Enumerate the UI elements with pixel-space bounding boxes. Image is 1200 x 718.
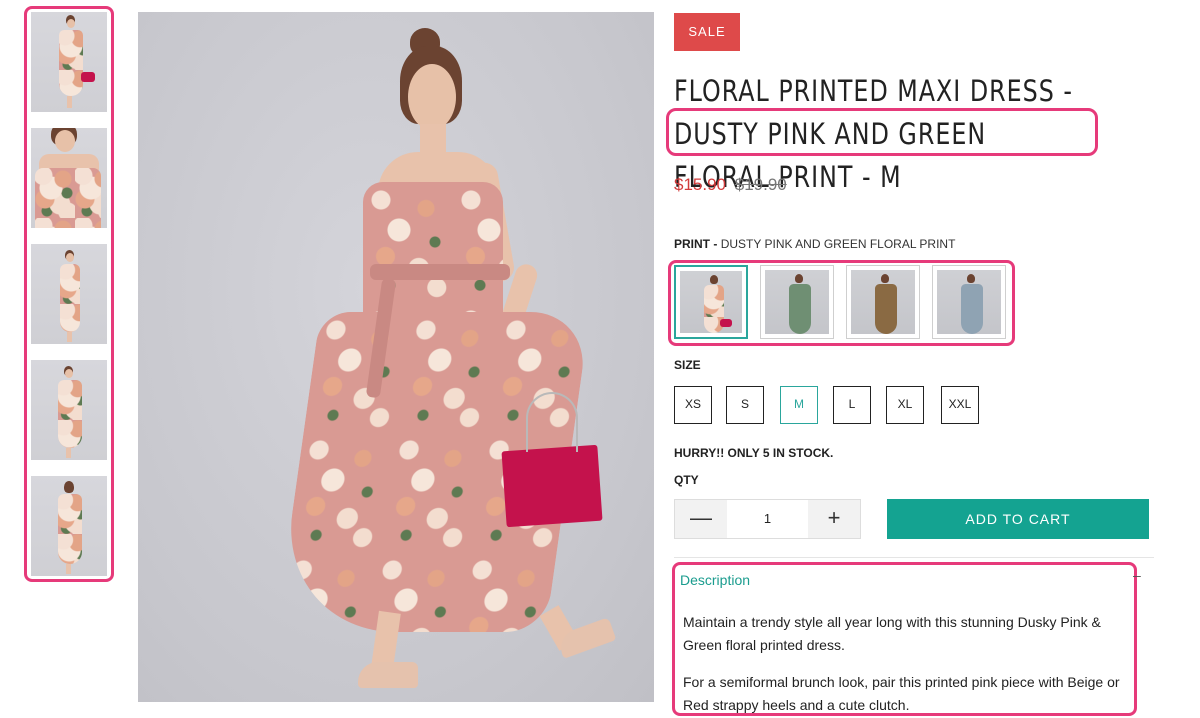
size-xxl-button[interactable]: XXL [941, 386, 979, 424]
divider [674, 557, 1154, 558]
qty-input[interactable]: 1 [727, 500, 808, 538]
thumbnail-4[interactable] [31, 360, 107, 460]
stock-notice: HURRY!! ONLY 5 IN STOCK. [674, 446, 834, 460]
title-highlight [666, 108, 1098, 156]
size-label: SIZE [674, 358, 701, 372]
swatch-blue-floral[interactable] [932, 265, 1006, 339]
swatch-green-floral[interactable] [760, 265, 834, 339]
print-label-value: DUSTY PINK AND GREEN FLORAL PRINT [720, 237, 956, 251]
thumbnail-3[interactable] [31, 244, 107, 344]
price: $15.90 $19.90 [674, 175, 787, 195]
qty-label: QTY [674, 473, 699, 487]
size-s-button[interactable]: S [726, 386, 764, 424]
price-current: $15.90 [674, 175, 726, 194]
plus-icon: + [827, 505, 841, 530]
qty-decrease-button[interactable]: — [675, 500, 727, 538]
size-xl-button[interactable]: XL [886, 386, 924, 424]
thumbnail-1[interactable] [31, 12, 107, 112]
thumbnail-5[interactable] [31, 476, 107, 576]
product-main-image[interactable] [138, 12, 654, 702]
swatch-brown-floral[interactable] [846, 265, 920, 339]
description-paragraph: Maintain a trendy style all year long wi… [683, 614, 1101, 653]
minus-icon: — [690, 505, 712, 530]
sale-badge: SALE [674, 13, 740, 51]
thumbnail-2[interactable] [31, 128, 107, 228]
print-label-key: PRINT - [674, 237, 718, 251]
quantity-stepper: — 1 + [674, 499, 861, 539]
swatch-pink-floral[interactable] [674, 265, 748, 339]
print-label: PRINT - DUSTY PINK AND GREEN FLORAL PRIN… [674, 237, 955, 251]
price-original: $19.90 [734, 175, 787, 194]
description-toggle[interactable]: Description [680, 572, 750, 588]
size-l-button[interactable]: L [833, 386, 871, 424]
minus-icon[interactable]: – [1133, 567, 1141, 583]
size-xs-button[interactable]: XS [674, 386, 712, 424]
description-paragraph: For a semiformal brunch look, pair this … [683, 674, 1120, 713]
add-to-cart-button[interactable]: ADD TO CART [887, 499, 1149, 539]
qty-increase-button[interactable]: + [808, 500, 860, 538]
size-m-button[interactable]: M [780, 386, 818, 424]
